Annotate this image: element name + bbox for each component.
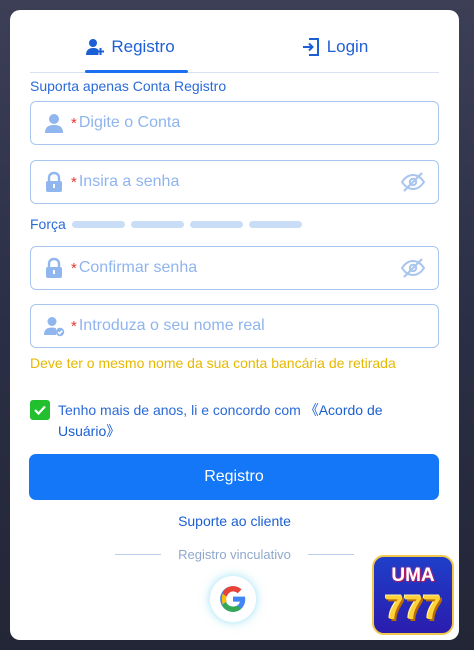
customer-support-link[interactable]: Suporte ao cliente	[10, 513, 459, 529]
strength-bar	[249, 221, 302, 228]
tab-login[interactable]: Login	[230, 22, 439, 72]
real-name-input[interactable]	[78, 317, 438, 335]
eye-off-icon[interactable]	[400, 171, 426, 193]
account-field[interactable]: *	[30, 101, 439, 145]
user-icon	[45, 114, 63, 133]
eye-off-icon[interactable]	[400, 257, 426, 279]
strength-bar	[72, 221, 125, 228]
strength-bar	[131, 221, 184, 228]
confirm-password-input[interactable]	[78, 259, 400, 277]
agreement-checkbox[interactable]	[30, 400, 50, 420]
password-input[interactable]	[78, 173, 400, 191]
agreement-label: Tenho mais de anos, li e concordo com	[58, 402, 305, 418]
uma777-logo-badge[interactable]: UMA 777	[372, 555, 454, 635]
google-icon	[220, 586, 246, 612]
auth-tabs: Registro Login	[30, 22, 439, 73]
verified-user-icon	[44, 317, 65, 337]
account-input[interactable]	[78, 114, 438, 132]
real-name-field[interactable]: *	[30, 304, 439, 348]
badge-logo-text: UMA	[391, 565, 435, 586]
required-mark: *	[71, 259, 77, 277]
required-mark: *	[71, 173, 77, 191]
register-subtitle: Suporta apenas Conta Registro	[30, 78, 227, 94]
password-field[interactable]: *	[30, 160, 439, 204]
required-mark: *	[71, 317, 77, 335]
lock-icon	[46, 257, 62, 278]
tab-login-label: Login	[326, 37, 369, 56]
checkmark-icon	[34, 405, 46, 416]
strength-label: Força	[30, 216, 66, 232]
google-login-button[interactable]	[210, 576, 256, 622]
login-icon	[302, 38, 319, 56]
confirm-password-field[interactable]: *	[30, 246, 439, 290]
register-submit-button[interactable]: Registro	[29, 454, 439, 500]
tab-register[interactable]: Registro	[30, 22, 230, 72]
real-name-warning: Deve ter o mesmo nome da sua conta bancá…	[30, 355, 396, 371]
active-tab-indicator	[85, 70, 188, 73]
badge-logo-number: 777	[384, 589, 442, 627]
strength-bar	[190, 221, 243, 228]
add-user-icon	[86, 39, 105, 55]
required-mark: *	[71, 114, 77, 132]
agreement-text: Tenho mais de anos, li e concordo com 《A…	[58, 400, 428, 442]
tab-register-label: Registro	[111, 37, 175, 56]
register-modal: Registro Login Suporta apenas Conta Regi…	[10, 10, 459, 640]
lock-icon	[46, 171, 62, 192]
